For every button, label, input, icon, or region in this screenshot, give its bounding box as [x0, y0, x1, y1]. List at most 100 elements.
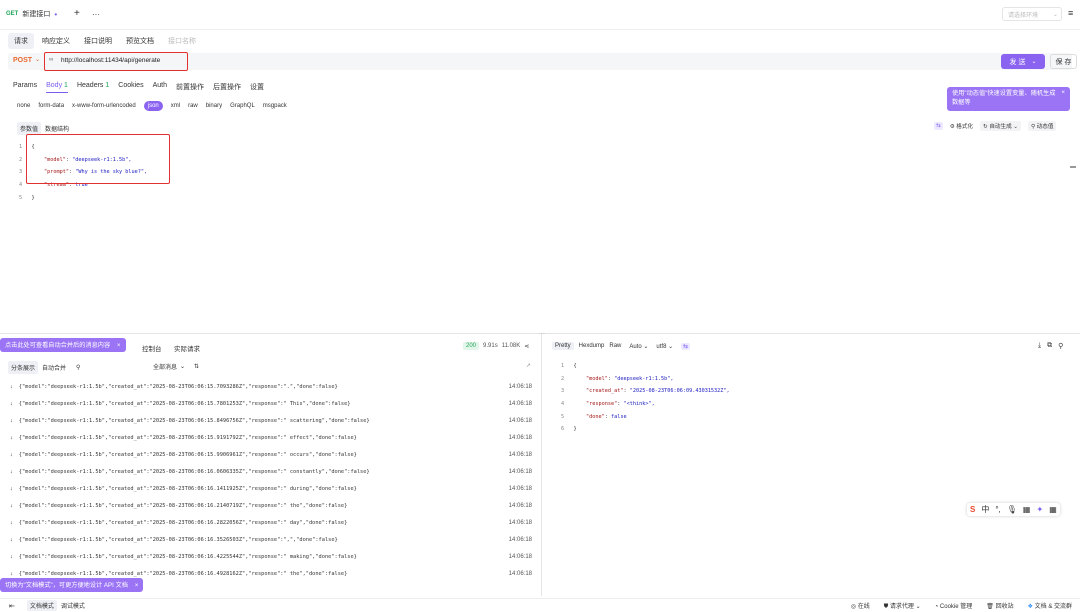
editor-scrollbar[interactable] — [1070, 166, 1076, 168]
more-tabs-button[interactable]: ··· — [92, 10, 100, 19]
tab-params[interactable]: Params — [13, 82, 37, 93]
param-tabs: Params Body 1 Headers 1 Cookies Auth 前置操… — [13, 82, 264, 93]
message-row[interactable]: ↓ {"model":"deepseek-r1:1.5b","created_at… — [10, 432, 532, 444]
message-row[interactable]: ↓ {"model":"deepseek-r1:1.5b","created_at… — [10, 398, 532, 410]
message-text: {"model":"deepseek-r1:1.5b","created_at"… — [18, 554, 357, 560]
save-button[interactable]: 保 存 — [1050, 54, 1077, 69]
auto-generate-button[interactable]: ↻ 自动生成 ⌄ — [980, 121, 1021, 131]
grid-icon[interactable]: ▦ — [1049, 505, 1057, 514]
message-row[interactable]: ↓ {"model":"deepseek-r1:1.5b","created_at… — [10, 551, 532, 563]
message-row[interactable]: ↓ {"model":"deepseek-r1:1.5b","created_at… — [10, 483, 532, 495]
tab-console[interactable]: 控制台 — [142, 343, 162, 353]
filter-icon[interactable]: ⇆ — [934, 122, 943, 130]
tab-settings[interactable]: 设置 — [250, 82, 264, 93]
send-message-icon[interactable]: ➚ — [526, 362, 531, 369]
close-icon[interactable]: × — [1061, 89, 1065, 98]
body-type-raw[interactable]: raw — [188, 103, 198, 109]
body-type-form-data[interactable]: form-data — [38, 103, 64, 109]
api-name-input[interactable]: 接口名称 — [162, 33, 202, 49]
message-row[interactable]: ↓ {"model":"deepseek-r1:1.5b","created_at… — [10, 466, 532, 478]
dynamic-value-button[interactable]: ⚲ 动态值 — [1027, 121, 1057, 131]
recycle-bin-button[interactable]: 🗑 回收站 — [986, 601, 1013, 610]
menu-icon[interactable]: ≡ — [1068, 8, 1073, 18]
message-filter-select[interactable]: 全部消息 ⌄ ⇅ — [153, 362, 199, 371]
chevron-down-icon[interactable]: ⌄ — [1031, 58, 1036, 65]
microphone-icon[interactable]: 🎙 — [1007, 505, 1017, 514]
message-text: {"model":"deepseek-r1:1.5b","created_at"… — [18, 435, 357, 441]
body-type-xml[interactable]: xml — [171, 103, 180, 109]
debug-mode-button[interactable]: 调试模式 — [61, 601, 85, 610]
ime-toolbar[interactable]: S 中 °, 🎙 ▦ ✦ ▦ — [967, 503, 1060, 516]
cookie-manager-button[interactable]: ◔ Cookie 管理 — [935, 601, 973, 610]
message-text: {"model":"deepseek-r1:1.5b","created_at"… — [18, 452, 357, 458]
tab-actual-request[interactable]: 实际请求 — [174, 343, 200, 353]
keyboard-icon[interactable]: ▦ — [1023, 505, 1031, 514]
add-tab-button[interactable]: + — [74, 8, 80, 19]
collapse-sidebar-icon[interactable]: ⇤ — [9, 602, 15, 610]
format-select[interactable]: Auto ⌄ — [629, 343, 648, 350]
copy-icon[interactable]: ⧉ — [1047, 342, 1052, 350]
message-row[interactable]: ↓ {"model":"deepseek-r1:1.5b","created_at… — [10, 500, 532, 512]
code-line: 3 "created_at": "2025-08-23T06:06:09.430… — [561, 388, 730, 395]
body-type-binary[interactable]: binary — [206, 103, 222, 109]
skin-icon[interactable]: ✦ — [1036, 505, 1043, 514]
message-row[interactable]: ↓ {"model":"deepseek-r1:1.5b","created_at… — [10, 517, 532, 529]
search-icon[interactable]: ⚲ — [76, 364, 80, 371]
sort-icon[interactable]: ⇅ — [194, 363, 199, 370]
message-row[interactable]: ↓ {"model":"deepseek-r1:1.5b","created_at… — [10, 534, 532, 546]
body-type-msgpack[interactable]: msgpack — [263, 103, 287, 109]
punctuation-icon[interactable]: °, — [995, 505, 1000, 514]
filter-icon[interactable]: ⇆ — [681, 342, 691, 350]
tab-raw[interactable]: Raw — [609, 343, 621, 349]
body-type-graphql[interactable]: GraphQL — [230, 103, 255, 109]
tab-headers[interactable]: Headers 1 — [77, 82, 109, 93]
code-line: 1 { — [561, 363, 730, 369]
proxy-button[interactable]: ⛊ 请求代理 ⌄ — [884, 601, 921, 611]
tab-preview-doc[interactable]: 预览文档 — [120, 33, 160, 49]
download-icon[interactable]: ⤓ — [1038, 342, 1041, 350]
json-value: "2025-08-23T06:06:09.43031532Z", — [629, 388, 730, 395]
encoding-select-value: utf8 — [656, 343, 667, 350]
auto-merge-button[interactable]: 自动合并 — [42, 363, 66, 372]
tab-pre-ops[interactable]: 前置操作 — [176, 82, 204, 93]
message-row[interactable]: ↓ {"model":"deepseek-r1:1.5b","created_at… — [10, 381, 532, 393]
community-button[interactable]: ❖ 文档 & 交流群 — [1028, 601, 1072, 610]
online-status[interactable]: ◎ 在线 — [851, 601, 870, 610]
body-type-urlencoded[interactable]: x-www-form-urlencoded — [72, 103, 136, 109]
format-button[interactable]: ⚙ 格式化 — [950, 122, 973, 130]
close-icon[interactable]: × — [135, 582, 139, 589]
vertical-divider[interactable] — [541, 334, 542, 596]
env-select[interactable]: 请选择环境 ⌄ — [1002, 7, 1062, 21]
message-row[interactable]: ↓ {"model":"deepseek-r1:1.5b","created_at… — [10, 449, 532, 461]
tab-cookies[interactable]: Cookies — [118, 82, 143, 93]
top-tab-bar: GET 新建接口 • + ··· 请选择环境 ⌄ ≡ — [0, 0, 1080, 30]
tab-new-api[interactable]: GET 新建接口 • — [6, 9, 57, 19]
tab-body[interactable]: Body 1 — [46, 82, 68, 93]
ime-language[interactable]: 中 — [981, 504, 989, 515]
close-icon[interactable]: × — [117, 342, 121, 349]
search-icon[interactable]: ⚲ — [1058, 342, 1063, 350]
tab-hexdump[interactable]: Hexdump — [579, 343, 605, 349]
arrow-down-icon: ↓ — [10, 401, 13, 407]
body-type-none[interactable]: none — [17, 103, 30, 109]
tab-headers-count: 1 — [105, 82, 110, 89]
tab-response-def[interactable]: 响应定义 — [36, 33, 76, 49]
tab-auth[interactable]: Auth — [153, 82, 167, 93]
split-view-button[interactable]: 分条展示 — [8, 361, 39, 374]
tab-request[interactable]: 请求 — [8, 33, 34, 49]
drag-handle-icon[interactable]: ··· — [539, 331, 545, 337]
json-value: false — [611, 413, 627, 420]
tab-pretty[interactable]: Pretty — [552, 342, 574, 350]
tab-post-ops[interactable]: 后置操作 — [213, 82, 241, 93]
body-type-json[interactable]: json — [143, 101, 163, 111]
arrow-down-icon: ↓ — [10, 571, 13, 577]
message-row[interactable]: ↓ {"model":"deepseek-r1:1.5b","created_at… — [10, 415, 532, 427]
doc-mode-button[interactable]: 文档模式 — [26, 600, 57, 611]
message-time: 14:06:18 — [508, 418, 532, 424]
method-select[interactable]: POST — [13, 57, 32, 64]
share-icon[interactable]: ⋖ — [524, 343, 529, 350]
tab-api-desc[interactable]: 接口说明 — [78, 33, 118, 49]
encoding-select[interactable]: utf8 ⌄ — [656, 343, 673, 350]
gear-icon: ⚙ — [949, 124, 955, 130]
send-button[interactable]: 发 送 ⌄ — [1001, 54, 1045, 69]
